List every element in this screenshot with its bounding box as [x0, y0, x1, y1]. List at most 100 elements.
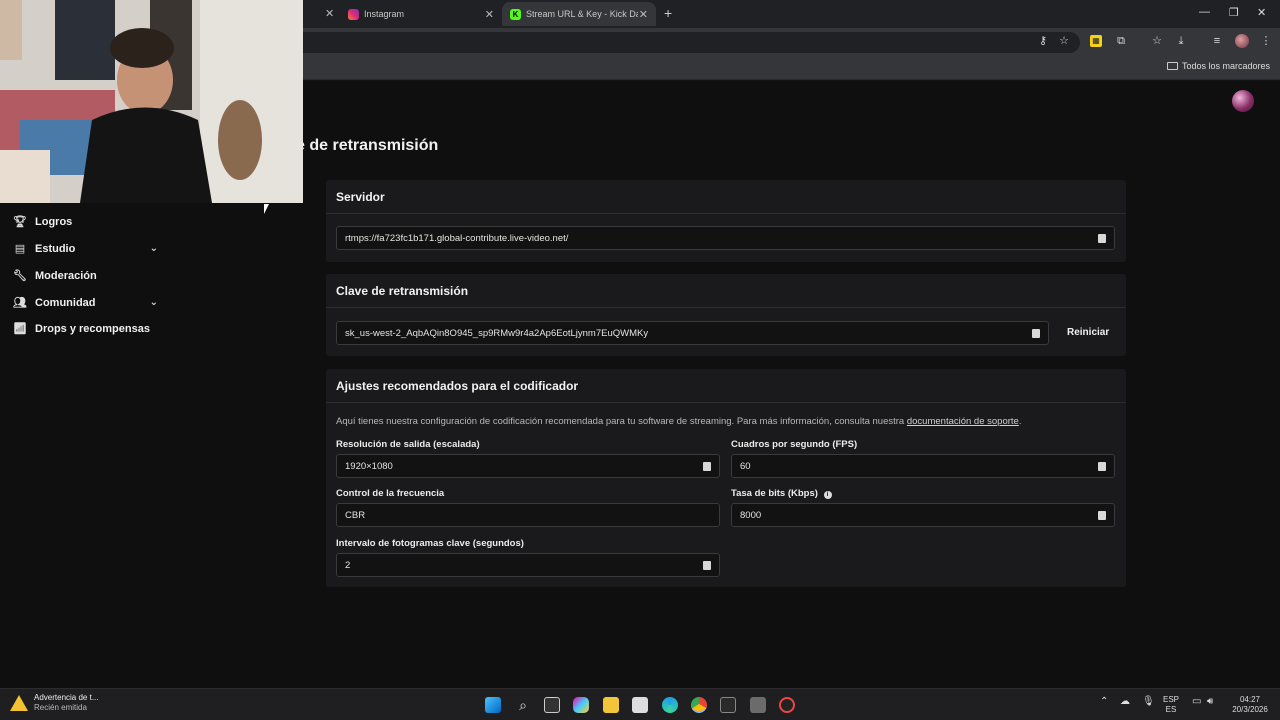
fps-value: 60	[740, 461, 751, 472]
epic-games-icon[interactable]	[720, 697, 736, 713]
copy-icon[interactable]	[703, 561, 711, 570]
encoder-description-suffix: .	[1018, 416, 1022, 427]
resolution-value: 1920×1080	[345, 461, 393, 472]
copy-icon[interactable]	[1098, 234, 1106, 243]
stream-key-field[interactable]: sk_us-west-2_AqbAQin8O945_sp9RMw9r4a2Ap6…	[336, 321, 1049, 345]
recording-app-icon[interactable]	[779, 697, 795, 713]
resolution-label: Resolución de salida (escalada)	[336, 439, 480, 450]
bitrate-label: Tasa de bits (Kbps) i	[731, 488, 832, 499]
restore-icon[interactable]: ❐	[1229, 6, 1239, 19]
user-avatar[interactable]	[1232, 90, 1254, 112]
file-explorer-icon[interactable]	[603, 697, 619, 713]
notification-subtitle: Recién emitida	[34, 703, 87, 712]
close-window-icon[interactable]: ✕	[1257, 6, 1266, 19]
sidebar-item-estudio[interactable]: ▤ Estudio ⌄	[12, 242, 162, 256]
webcam-image	[0, 0, 303, 203]
instagram-icon	[348, 8, 359, 20]
close-icon[interactable]: ✕	[485, 8, 494, 21]
sidebar-item-logros[interactable]: 🏆︎ Logros	[12, 215, 162, 229]
server-url-value: rtmps://fa723fc1b171.global-contribute.l…	[345, 233, 569, 244]
windows-start-icon[interactable]	[485, 697, 501, 713]
kick-icon: K	[510, 8, 521, 20]
profile-avatar-icon[interactable]	[1235, 34, 1249, 48]
edge-icon[interactable]	[662, 697, 678, 713]
puzzle-extensions-icon[interactable]: ⧉	[1114, 34, 1128, 48]
notification-toast[interactable]: Advertencia de t... Recién emitida	[10, 693, 98, 713]
community-icon: 👥︎	[13, 297, 27, 309]
copy-icon[interactable]	[1098, 511, 1106, 520]
store-icon[interactable]	[632, 697, 648, 713]
volume-icon[interactable]: 🔊︎	[1207, 697, 1213, 707]
tab-kick-dashboard[interactable]: K Stream URL & Key - Kick Dashb ✕	[502, 2, 656, 26]
chevron-down-icon[interactable]: ⌄	[150, 243, 158, 254]
new-tab-button[interactable]: +	[664, 5, 672, 21]
tab-search-icon[interactable]: ≡	[1210, 34, 1224, 48]
tab-title: Instagram	[364, 9, 405, 19]
tab-close-icon[interactable]: ✕	[325, 7, 334, 20]
close-icon[interactable]: ✕	[639, 8, 648, 21]
app-icon[interactable]	[750, 697, 766, 713]
microphone-icon[interactable]: 🎙︎	[1142, 697, 1155, 707]
clock-time: 04:27	[1239, 695, 1261, 704]
sidebar-item-comunidad[interactable]: 👥︎ Comunidad ⌄	[12, 296, 162, 310]
language-bottom: ES	[1165, 705, 1177, 714]
sidebar-item-label: Comunidad	[35, 296, 96, 309]
all-bookmarks-label: Todos los marcadores	[1181, 61, 1270, 71]
fps-label: Cuadros por segundo (FPS)	[731, 439, 858, 450]
keyframe-label: Intervalo de fotogramas clave (segundos)	[336, 538, 524, 549]
fps-field[interactable]: 60	[731, 454, 1115, 478]
notification-text: Advertencia de t... Recién emitida	[34, 693, 98, 713]
server-url-field[interactable]: rtmps://fa723fc1b171.global-contribute.l…	[336, 226, 1115, 250]
resolution-field[interactable]: 1920×1080	[336, 454, 720, 478]
warning-icon	[10, 695, 28, 711]
trophy-icon: 🏆︎	[13, 216, 27, 228]
sidebar-item-drops[interactable]: 📶︎ Drops y recompensas	[12, 322, 162, 336]
copy-icon[interactable]	[1032, 329, 1040, 338]
sidebar-item-moderacion[interactable]: 🔧︎ Moderación	[12, 269, 162, 283]
onedrive-icon[interactable]: ☁	[1120, 697, 1130, 707]
page-title: e de retransmisión	[296, 137, 439, 154]
rate-control-field[interactable]: CBR	[336, 503, 720, 527]
drops-icon: 📶︎	[13, 323, 27, 335]
bitrate-field[interactable]: 8000	[731, 503, 1115, 527]
password-key-icon[interactable]: ⚷	[1036, 34, 1050, 48]
folder-icon	[1166, 62, 1178, 70]
tab-instagram[interactable]: Instagram ✕	[348, 4, 494, 24]
rate-control-label: Control de la frecuencia	[336, 488, 445, 499]
studio-icon: ▤	[14, 243, 26, 255]
sidebar-item-label: Logros	[35, 215, 73, 228]
search-icon[interactable]: ⌕	[515, 697, 531, 713]
copy-icon[interactable]	[1098, 462, 1106, 471]
encoder-description-text: Aquí tienes nuestra configuración de cod…	[336, 416, 907, 427]
info-icon[interactable]: i	[823, 491, 832, 499]
bookmarks-manager-icon[interactable]: ☆	[1150, 34, 1164, 48]
notification-title: Advertencia de t...	[34, 693, 99, 702]
webcam-overlay	[0, 0, 303, 203]
minimize-icon[interactable]: —	[1199, 6, 1210, 18]
wrench-icon: 🔧︎	[13, 270, 27, 282]
bitrate-label-text: Tasa de bits (Kbps)	[731, 488, 818, 499]
language-indicator[interactable]: ESP ES	[1163, 695, 1179, 715]
sidebar-item-label: Moderación	[35, 269, 97, 282]
chrome-icon[interactable]	[691, 697, 707, 713]
show-hidden-icons-icon[interactable]: ⌃	[1100, 697, 1108, 707]
download-icon[interactable]: ⤓	[1174, 34, 1188, 48]
bookmark-star-icon[interactable]: ☆	[1057, 34, 1071, 48]
windows-taskbar: Advertencia de t... Recién emitida ⌕ ⌃ ☁…	[0, 688, 1280, 720]
stream-key-value: sk_us-west-2_AqbAQin8O945_sp9RMw9r4a2Ap6…	[345, 328, 649, 339]
copilot-icon[interactable]	[573, 697, 589, 713]
clock[interactable]: 04:27 20/3/2026	[1228, 695, 1272, 715]
support-docs-link[interactable]: documentación de soporte	[907, 416, 1019, 427]
stream-key-card-header: Clave de retransmisión	[326, 274, 1126, 308]
reset-key-button[interactable]: Reiniciar	[1067, 327, 1109, 338]
copy-icon[interactable]	[703, 462, 711, 471]
network-icon[interactable]: ▭	[1192, 697, 1201, 707]
keyframe-field[interactable]: 2	[336, 553, 720, 577]
extension-icon[interactable]: ▦	[1090, 35, 1102, 47]
chevron-down-icon[interactable]: ⌄	[150, 297, 158, 308]
menu-kebab-icon[interactable]: ⋮	[1259, 34, 1273, 48]
all-bookmarks-button[interactable]: Todos los marcadores	[1166, 61, 1270, 71]
task-view-icon[interactable]	[544, 697, 560, 713]
keyframe-value: 2	[345, 560, 351, 571]
sidebar-item-label: Estudio	[35, 242, 76, 255]
